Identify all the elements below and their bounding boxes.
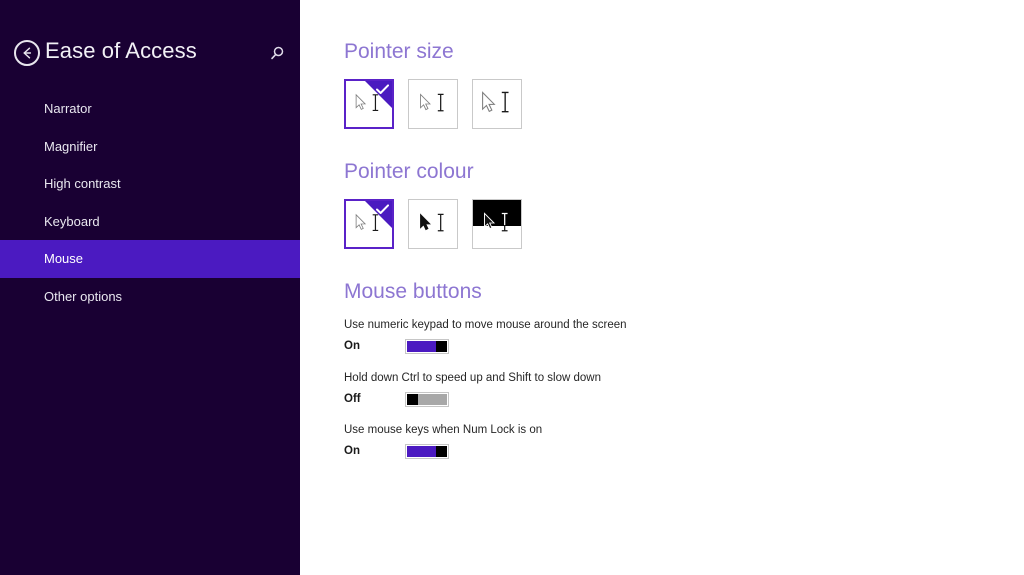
toggle-ctrl-shift-speed[interactable] <box>405 392 449 407</box>
sidebar-item-magnifier[interactable]: Magnifier <box>0 128 300 166</box>
back-button[interactable] <box>14 40 40 66</box>
toggle-thumb <box>436 446 447 457</box>
toggle-numeric-keypad[interactable] <box>405 339 449 354</box>
mouse-buttons-heading: Mouse buttons <box>344 280 482 303</box>
sidebar-item-label: Narrator <box>44 101 92 116</box>
sidebar-nav: Narrator Magnifier High contrast Keyboar… <box>0 90 300 315</box>
sidebar-item-label: Mouse <box>44 251 84 266</box>
setting-label: Hold down Ctrl to speed up and Shift to … <box>344 372 601 384</box>
toggle-thumb <box>407 394 418 405</box>
setting-control: On <box>344 339 744 355</box>
toggle-track <box>407 341 447 352</box>
cursor-preview-icon <box>482 91 509 113</box>
checkmark-icon <box>376 204 389 214</box>
back-arrow-icon <box>23 47 32 59</box>
sidebar-item-keyboard[interactable]: Keyboard <box>0 203 300 241</box>
toggle-track <box>407 394 447 405</box>
pointer-size-large-tile[interactable] <box>472 79 522 129</box>
page-title: Ease of Access <box>45 38 197 63</box>
checkmark-icon <box>376 84 389 94</box>
sidebar-item-label: Keyboard <box>44 213 100 229</box>
setting-control: On <box>344 444 744 460</box>
pointer-size-options <box>344 79 522 129</box>
sidebar-item-label: Other options <box>44 288 123 304</box>
sidebar-item-other-options[interactable]: Other options <box>0 278 300 316</box>
sidebar-item-mouse[interactable]: Mouse <box>0 240 300 278</box>
toggle-state-label: On <box>344 445 360 457</box>
pointer-colour-black-tile[interactable] <box>408 199 458 249</box>
setting-numeric-keypad: Use numeric keypad to move mouse around … <box>344 318 744 355</box>
cursor-preview-icon <box>420 93 444 112</box>
pointer-colour-inverting-tile[interactable] <box>472 199 522 249</box>
toggle-track <box>407 446 447 457</box>
sidebar-item-high-contrast[interactable]: High contrast <box>0 165 300 203</box>
pointer-colour-white-tile[interactable] <box>344 199 394 249</box>
setting-control: Off <box>344 392 744 408</box>
ease-of-access-window: Ease of Access Narrator Magnifier High c… <box>0 0 1024 575</box>
search-icon[interactable] <box>268 43 290 65</box>
pointer-colour-options <box>344 199 522 249</box>
toggle-state-label: Off <box>344 393 361 405</box>
sidebar-item-narrator[interactable]: Narrator <box>0 90 300 128</box>
sidebar: Ease of Access Narrator Magnifier High c… <box>0 0 300 575</box>
pointer-size-small-tile[interactable] <box>344 79 394 129</box>
setting-num-lock: Use mouse keys when Num Lock is on On <box>344 423 744 460</box>
pointer-size-medium-tile[interactable] <box>408 79 458 129</box>
setting-ctrl-shift-speed: Hold down Ctrl to speed up and Shift to … <box>344 371 744 408</box>
cursor-preview-icon <box>484 212 508 232</box>
setting-label: Use mouse keys when Num Lock is on <box>344 424 543 436</box>
setting-label: Use numeric keypad to move mouse around … <box>344 319 627 331</box>
sidebar-item-label: High contrast <box>44 176 121 191</box>
cursor-preview-icon <box>420 213 444 232</box>
toggle-num-lock[interactable] <box>405 444 449 459</box>
pointer-colour-heading: Pointer colour <box>344 160 474 183</box>
sidebar-item-label: Magnifier <box>44 138 98 154</box>
content-pane: Pointer size Pointer colour Mouse button… <box>300 0 1024 575</box>
pointer-size-heading: Pointer size <box>344 40 454 63</box>
toggle-state-label: On <box>344 340 360 352</box>
toggle-thumb <box>436 341 447 352</box>
magnifier-glyph <box>271 46 284 60</box>
